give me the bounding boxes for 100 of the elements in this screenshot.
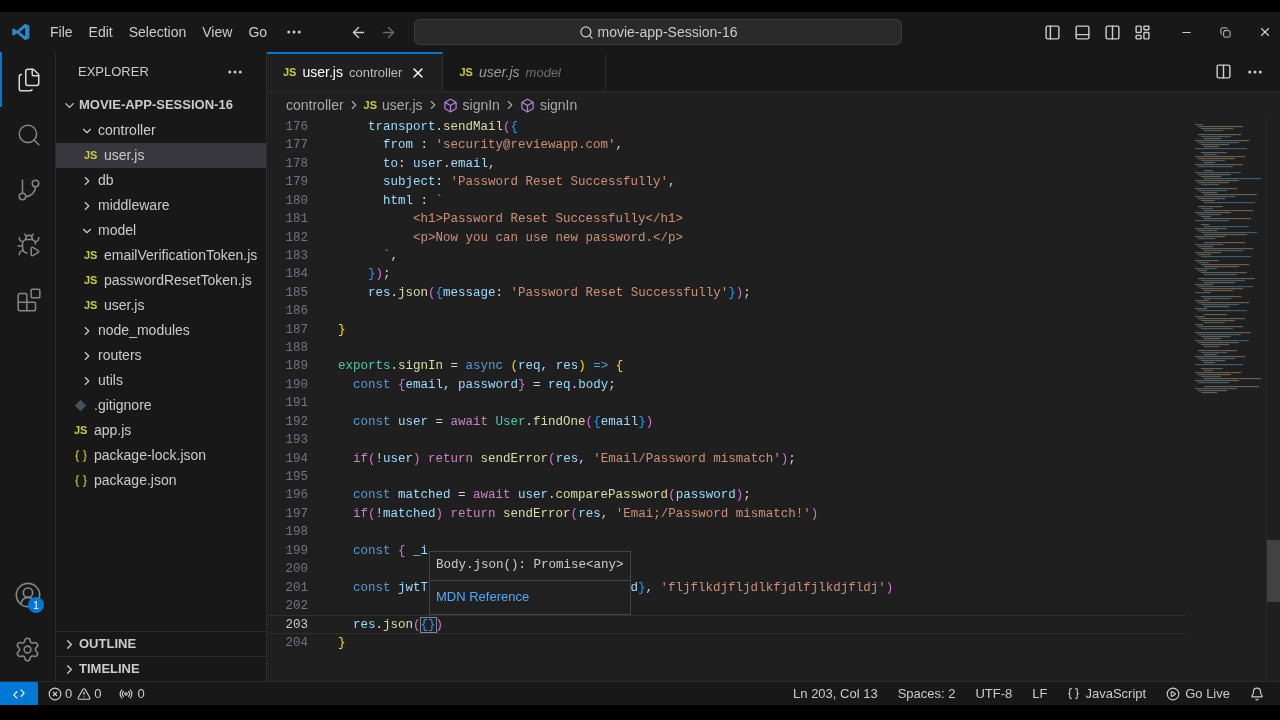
braces-icon: [1067, 687, 1081, 700]
menu-item[interactable]: View: [194, 18, 241, 46]
remote-icon: [12, 686, 26, 701]
signature-text: Body.json(): Promise<any>: [435, 557, 625, 574]
line-number: 183: [284, 247, 308, 265]
status-item[interactable]: Go Live: [1166, 683, 1230, 704]
explorer-folder[interactable]: node_modules: [56, 318, 266, 343]
js-file-icon: JS: [84, 300, 98, 311]
account-icon[interactable]: [13, 580, 42, 609]
play-circle-icon: [1166, 686, 1181, 701]
explorer-file[interactable]: .gitignore: [56, 393, 266, 418]
workspace-header[interactable]: MOVIE-APP-SESSION-16: [56, 92, 266, 118]
explorer-file[interactable]: JS user.js: [56, 143, 266, 168]
code-line: exports.signIn = async (req, res) => {: [338, 358, 624, 376]
line-number: 192: [284, 413, 308, 431]
code-line: to: user.email,: [382, 155, 496, 173]
line-number: 184: [284, 266, 308, 284]
workspace-name: movie-app-Session-16: [597, 22, 738, 42]
explorer-file[interactable]: JS app.js: [56, 418, 266, 443]
status-item[interactable]: UTF-8: [975, 683, 1013, 704]
breadcrumb-item[interactable]: signIn: [518, 94, 579, 116]
line-number: 190: [284, 376, 308, 394]
ports-button[interactable]: 0: [119, 683, 145, 704]
line-number: 182: [284, 229, 308, 247]
line-number: 203: [284, 617, 308, 633]
line-number: 177: [284, 137, 308, 155]
line-number: 194: [284, 450, 308, 468]
split-editor-icon[interactable]: [1215, 63, 1232, 80]
remote-button[interactable]: [0, 682, 38, 705]
breadcrumb-item[interactable]: controller: [285, 94, 345, 116]
explorer-folder[interactable]: utils: [56, 368, 266, 393]
line-number: 200: [284, 561, 308, 579]
line-number: 197: [284, 505, 308, 523]
explorer-file[interactable]: JS user.js: [56, 293, 266, 318]
json-file-icon: [74, 448, 88, 463]
line-number: 178: [284, 155, 308, 173]
js-file-icon: JS: [84, 150, 98, 161]
status-item[interactable]: Ln 203, Col 13: [793, 683, 878, 704]
line-number: 186: [284, 303, 308, 321]
problems-button[interactable]: 0 0: [48, 683, 102, 704]
menu-item[interactable]: Selection: [120, 18, 195, 46]
js-file-icon: JS: [459, 67, 473, 78]
error-icon: [48, 686, 62, 701]
js-file-icon: JS: [283, 67, 297, 78]
search-icon: [578, 24, 594, 40]
line-number: 195: [284, 469, 308, 486]
close-icon[interactable]: [1258, 25, 1272, 39]
code-line: subject: 'Password Reset Successfully',: [382, 174, 676, 192]
js-file-icon: JS: [74, 425, 88, 436]
menu-item[interactable]: Go: [240, 18, 276, 46]
code-line: }: [338, 321, 346, 339]
editor-logo-icon: [11, 22, 31, 42]
status-item[interactable]: JavaScript: [1067, 683, 1147, 704]
code-line: d}, 'fljflkdjfljdlkfjdlfjlkdjfldj'): [630, 579, 894, 597]
editor-tab[interactable]: JS user.js controller: [267, 52, 444, 91]
cube-icon: [442, 97, 458, 113]
code-line: transport.sendMail({: [367, 119, 519, 136]
explorer-file[interactable]: package-lock.json: [56, 443, 266, 468]
status-item[interactable]: LF: [1032, 683, 1048, 704]
explorer-file[interactable]: JS passwordResetToken.js: [56, 268, 266, 293]
code-line: const {email, password} = req.body;: [352, 376, 616, 394]
line-number: 189: [284, 358, 308, 376]
bell-icon[interactable]: [1250, 686, 1264, 701]
command-center-field[interactable]: movie-app-Session-16: [414, 19, 903, 45]
explorer-folder[interactable]: routers: [56, 343, 266, 368]
code-line: const { _i: [352, 542, 429, 560]
scrollbar-thumb[interactable]: [1267, 540, 1280, 602]
line-number: 176: [284, 119, 308, 136]
breadcrumb-item[interactable]: signIn: [441, 94, 501, 116]
breadcrumb-item[interactable]: JS user.js: [362, 94, 424, 116]
settings-icon[interactable]: [14, 636, 41, 663]
panel-bottom-icon[interactable]: [1074, 23, 1091, 41]
panel-right-icon[interactable]: [1104, 23, 1121, 41]
explorer-folder[interactable]: db: [56, 168, 266, 193]
code-line: }: [338, 634, 346, 652]
panel-left-icon[interactable]: [1044, 23, 1061, 41]
code-line: res.json({}): [352, 617, 444, 633]
line-number: 185: [284, 284, 308, 302]
reference-link[interactable]: MDN Reference: [436, 588, 530, 607]
restore-icon[interactable]: [1220, 26, 1231, 38]
line-number: 187: [284, 321, 308, 339]
menu-item[interactable]: File: [42, 18, 81, 46]
cube-icon: [519, 97, 535, 113]
sidebar-title: EXPLORER: [78, 63, 149, 82]
line-number: 201: [284, 579, 308, 597]
explorer-folder[interactable]: controller: [56, 118, 266, 143]
editor-tab[interactable]: JS user.js model: [443, 52, 606, 91]
layout-icon[interactable]: [1134, 23, 1151, 41]
status-item[interactable]: Spaces: 2: [897, 683, 956, 704]
explorer-folder[interactable]: model: [56, 218, 266, 243]
section-header[interactable]: OUTLINE: [56, 631, 266, 656]
explorer-folder[interactable]: middleware: [56, 193, 266, 218]
menu-item[interactable]: Edit: [80, 18, 121, 46]
line-number: 188: [284, 340, 308, 358]
code-line: if(!user) return sendError(res, 'Email/Password mismatch');: [352, 450, 796, 468]
explorer-file[interactable]: package.json: [56, 468, 266, 493]
git-file-icon: [74, 399, 87, 412]
explorer-file[interactable]: JS emailVerificationToken.js: [56, 243, 266, 268]
code-line: <h1>Password Reset Successfully</h1>: [412, 211, 684, 229]
extensions-icon: [15, 286, 42, 313]
